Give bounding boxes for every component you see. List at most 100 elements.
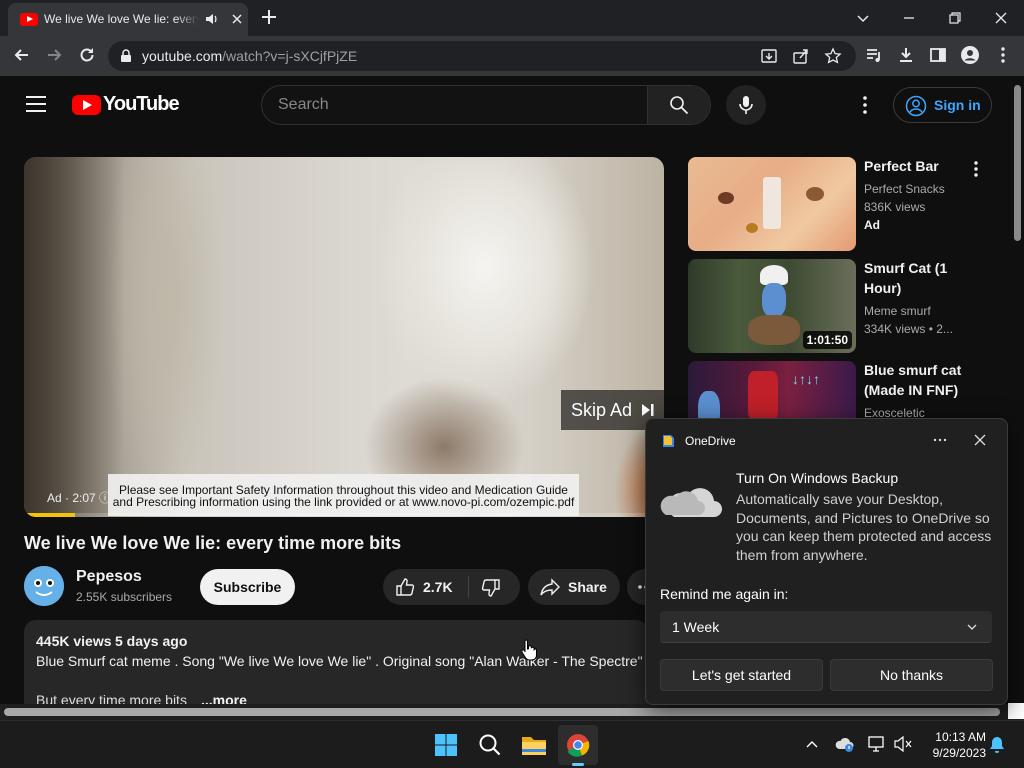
- youtube-play-logo-icon: [72, 95, 101, 115]
- share-page-icon[interactable]: [792, 47, 810, 65]
- address-bar[interactable]: youtube.com/watch?v=j-sXCjfPjZE: [108, 41, 856, 71]
- subscribe-button[interactable]: Subscribe: [200, 569, 295, 605]
- tab-title: We live We love We lie: every time more …: [44, 12, 199, 26]
- tab-search-chevron-icon[interactable]: [851, 6, 875, 30]
- scrollbar-corner: [1008, 703, 1024, 719]
- active-app-indicator: [572, 763, 584, 766]
- search-input[interactable]: Search: [278, 96, 329, 114]
- browser-tab-active[interactable]: We live We love We lie: every time more …: [8, 3, 248, 36]
- voice-search-button[interactable]: [726, 85, 766, 125]
- media-queue-icon[interactable]: [864, 45, 884, 65]
- vertical-scroll-thumb[interactable]: [1014, 85, 1021, 241]
- thumbs-up-icon: [395, 577, 415, 597]
- onedrive-cloud-icon: [660, 475, 722, 519]
- share-button[interactable]: Share: [528, 569, 620, 605]
- forward-icon[interactable]: [44, 45, 64, 65]
- settings-more-icon[interactable]: [855, 95, 875, 115]
- ad-info-icon[interactable]: ⓘ: [99, 491, 111, 505]
- sidebar-title-3[interactable]: Blue smurf cat (Made IN FNF): [864, 360, 974, 400]
- minimize-icon[interactable]: [897, 6, 921, 30]
- youtube-favicon-icon: [20, 13, 38, 26]
- show-hidden-icons-chevron-icon[interactable]: [805, 737, 819, 751]
- description-box[interactable]: 445K views 5 days ago Blue Smurf cat mem…: [24, 620, 648, 704]
- sidebar-ad-badge: Ad: [864, 218, 880, 232]
- side-panel-icon[interactable]: [928, 45, 948, 65]
- sidebar-more-icon[interactable]: [966, 159, 986, 179]
- like-button[interactable]: 2.7K: [383, 569, 468, 605]
- clock-date: 9/29/2023: [932, 746, 986, 760]
- horizontal-scrollbar[interactable]: [0, 704, 1024, 720]
- horizontal-scroll-thumb[interactable]: [4, 708, 1000, 716]
- file-explorer-icon[interactable]: [514, 725, 554, 765]
- search-icon: [669, 95, 689, 115]
- profile-icon[interactable]: [960, 45, 980, 65]
- window-close-icon[interactable]: [989, 6, 1013, 30]
- thumbs-down-icon[interactable]: [481, 578, 501, 598]
- remind-interval-value: 1 Week: [672, 619, 720, 635]
- share-icon: [539, 578, 561, 596]
- bookmark-star-icon[interactable]: [824, 47, 842, 65]
- search-box[interactable]: Search: [261, 85, 711, 125]
- like-count: 2.7K: [423, 579, 453, 595]
- like-dislike-group: 2.7K: [383, 569, 520, 605]
- notification-bell-icon[interactable]: [988, 735, 1006, 755]
- start-button[interactable]: [426, 725, 466, 765]
- remind-label: Remind me again in:: [660, 586, 789, 602]
- onedrive-notification: OneDrive Turn On Windows Backup Automati…: [645, 418, 1008, 705]
- ad-progress-bar[interactable]: [24, 513, 664, 517]
- network-icon[interactable]: [867, 735, 887, 753]
- youtube-logo-text: YouTube: [103, 93, 180, 115]
- browser-menu-icon[interactable]: [993, 45, 1013, 65]
- sign-in-button[interactable]: Sign in: [893, 87, 992, 123]
- channel-name[interactable]: Pepesos: [76, 568, 142, 586]
- tab-close-icon[interactable]: [230, 12, 244, 26]
- sidebar-duration-2: 1:01:50: [802, 331, 852, 349]
- vertical-scrollbar[interactable]: [1012, 77, 1024, 704]
- share-label: Share: [568, 579, 607, 595]
- volume-muted-icon[interactable]: [893, 735, 913, 753]
- sidebar-thumbnail-2[interactable]: 1:01:50: [688, 259, 856, 353]
- upload-date: 5 days ago: [115, 633, 188, 649]
- lock-icon[interactable]: [120, 49, 132, 63]
- sign-in-label: Sign in: [934, 97, 981, 113]
- new-tab-icon[interactable]: [259, 7, 279, 27]
- lets-get-started-button[interactable]: Let's get started: [660, 659, 823, 691]
- install-app-icon[interactable]: [760, 47, 778, 65]
- video-player[interactable]: Skip Ad Please see Important Safety Info…: [24, 157, 664, 517]
- url-path: /watch?v=j-sXCjfPjZE: [222, 48, 358, 64]
- windows-taskbar: 10:13 AM 9/29/2023: [0, 720, 1024, 768]
- onedrive-heading: Turn On Windows Backup: [736, 470, 899, 486]
- ad-info-label: Ad · 2:07 ⓘ: [47, 489, 111, 506]
- notification-close-icon[interactable]: [973, 433, 987, 447]
- view-count: 445K views: [36, 633, 112, 649]
- no-thanks-button[interactable]: No thanks: [830, 659, 993, 691]
- downloads-icon[interactable]: [896, 45, 916, 65]
- subscriber-count: 2.55K subscribers: [76, 590, 173, 604]
- browser-tabbar: We live We love We lie: every time more …: [0, 0, 1024, 36]
- ad-progress-fill: [24, 513, 76, 517]
- search-button[interactable]: [647, 86, 710, 124]
- restore-icon[interactable]: [943, 6, 967, 30]
- sidebar-channel-1: Perfect Snacks: [864, 182, 945, 196]
- hamburger-menu-icon[interactable]: [26, 95, 46, 113]
- reload-icon[interactable]: [77, 45, 97, 65]
- sidebar-title-1[interactable]: Perfect Bar: [864, 156, 974, 176]
- onedrive-tray-icon[interactable]: [835, 735, 855, 753]
- sidebar-channel-2: Meme smurf: [864, 304, 931, 318]
- show-more-link[interactable]: ...more: [201, 692, 247, 704]
- audio-playing-icon[interactable]: [205, 12, 219, 26]
- sidebar-title-2[interactable]: Smurf Cat (1 Hour): [864, 258, 974, 298]
- remind-interval-dropdown[interactable]: 1 Week: [660, 611, 992, 643]
- chrome-taskbar-icon[interactable]: [558, 725, 598, 766]
- microphone-icon: [738, 95, 754, 115]
- description-line-1: Blue Smurf cat meme . Song "We live We l…: [36, 653, 643, 669]
- browser-toolbar: youtube.com/watch?v=j-sXCjfPjZE: [0, 36, 1024, 76]
- chevron-down-icon: [966, 621, 978, 633]
- back-icon[interactable]: [12, 45, 32, 65]
- taskbar-search-icon[interactable]: [470, 725, 510, 765]
- channel-avatar[interactable]: [24, 566, 64, 606]
- skip-next-icon: [641, 403, 655, 417]
- system-clock[interactable]: 10:13 AM 9/29/2023: [916, 729, 986, 761]
- notification-more-icon[interactable]: [931, 432, 949, 448]
- sidebar-thumbnail-1[interactable]: [688, 157, 856, 251]
